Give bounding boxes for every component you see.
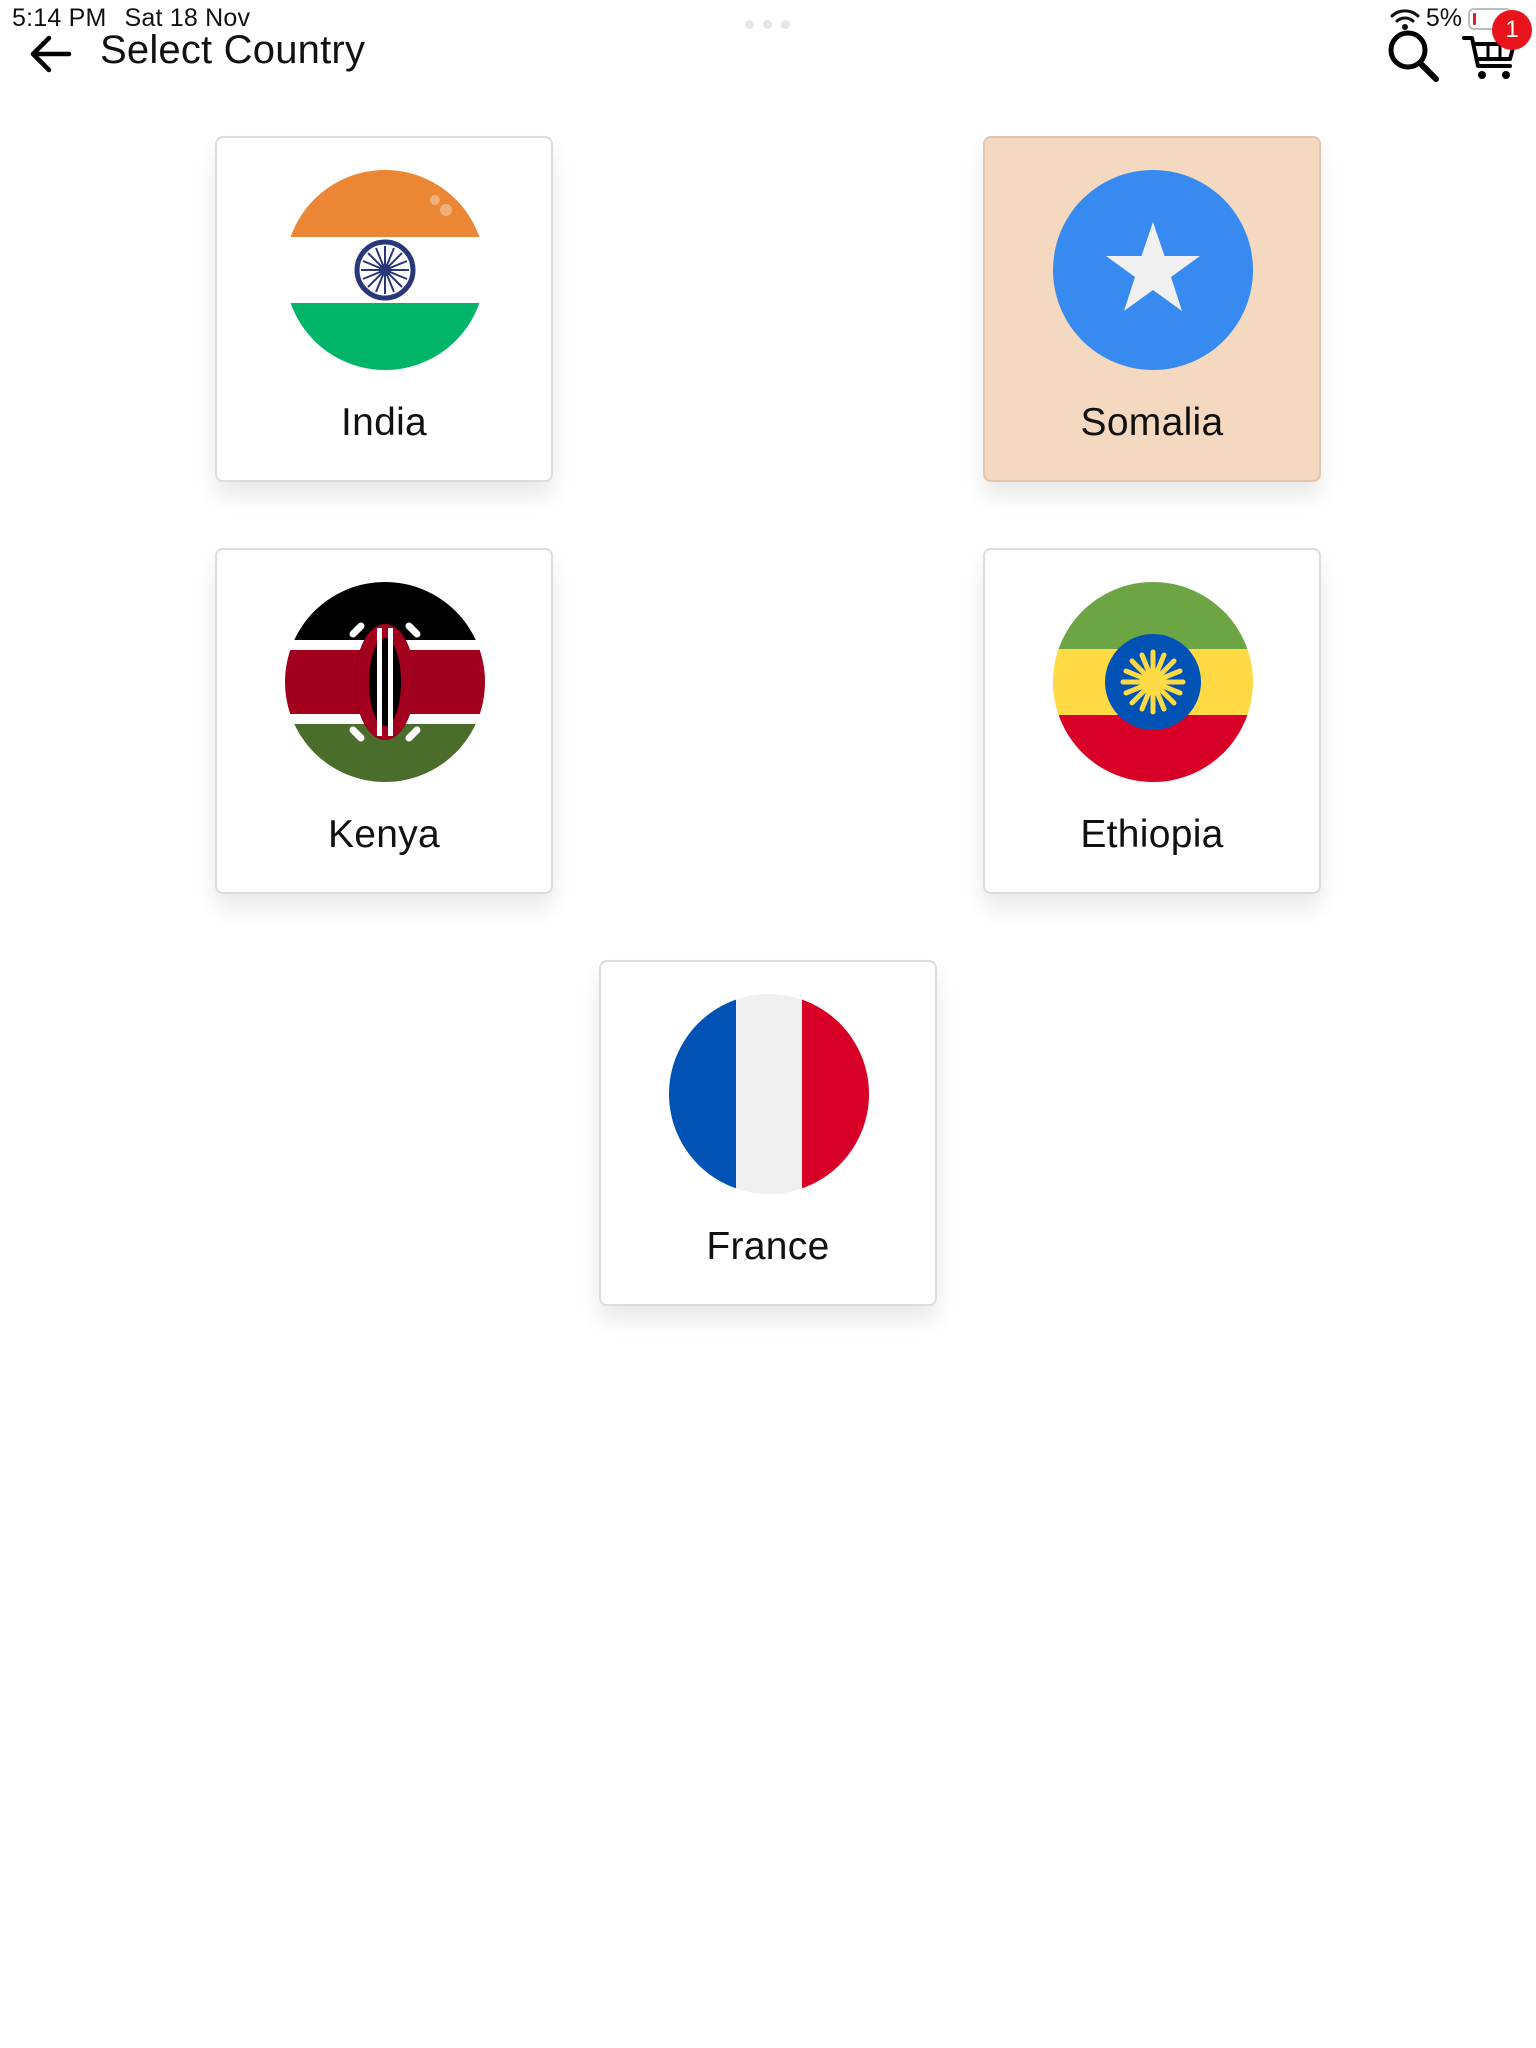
cart-count-badge: 1 bbox=[1492, 10, 1532, 50]
country-name: Kenya bbox=[327, 813, 441, 856]
arrow-left-icon bbox=[30, 35, 72, 73]
country-name: Somalia bbox=[1080, 401, 1224, 444]
country-card-ethiopia[interactable]: Ethiopia bbox=[983, 548, 1321, 894]
kenya-flag-icon bbox=[285, 582, 485, 782]
country-name: India bbox=[340, 401, 428, 444]
country-name: Ethiopia bbox=[1080, 813, 1224, 856]
country-card-france[interactable]: France bbox=[599, 960, 937, 1306]
country-card-india[interactable]: India bbox=[215, 136, 553, 482]
india-flag-icon bbox=[285, 170, 485, 370]
france-flag-icon bbox=[669, 994, 869, 1194]
country-card-kenya[interactable]: Kenya bbox=[215, 548, 553, 894]
dot bbox=[781, 20, 790, 29]
search-icon bbox=[1388, 30, 1439, 82]
dot bbox=[763, 20, 772, 29]
country-card-somalia[interactable]: Somalia bbox=[983, 136, 1321, 482]
country-name: France bbox=[706, 1225, 830, 1268]
ethiopia-flag-icon bbox=[1053, 582, 1253, 782]
multitasking-handle[interactable] bbox=[745, 20, 790, 29]
search-button[interactable] bbox=[1384, 26, 1442, 84]
dot bbox=[745, 20, 754, 29]
somalia-flag-icon bbox=[1053, 170, 1253, 370]
page-title: Select Country bbox=[100, 28, 366, 72]
back-button[interactable] bbox=[22, 26, 78, 82]
